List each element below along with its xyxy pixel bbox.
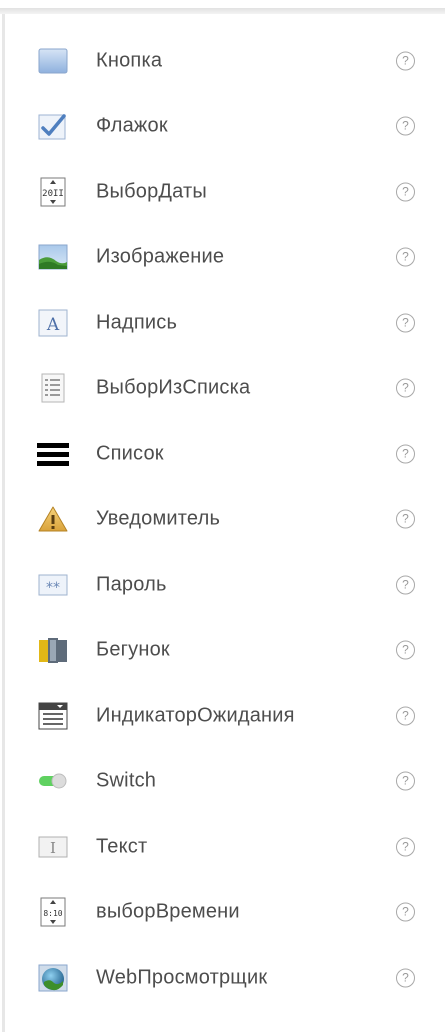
time-picker-icon: 8:10 <box>36 895 70 929</box>
palette-item-time-picker[interactable]: 8:10 выборВремени ? <box>0 880 445 946</box>
button-icon <box>36 44 70 78</box>
help-icon[interactable]: ? <box>396 706 415 726</box>
component-list: Кнопка ? Флажок ? 20II ВыборДаты ? Изобр… <box>0 28 445 1011</box>
palette-item-label: Надпись <box>96 311 178 334</box>
palette-item-web-viewer[interactable]: WebПросмотрщик ? <box>0 945 445 1011</box>
palette-item-label: Бегунок <box>96 638 170 661</box>
help-icon[interactable]: ? <box>396 182 415 202</box>
palette-item-list-picker[interactable]: ВыборИзСписка ? <box>0 356 445 422</box>
palette-item-label: ИндикаторОжидания <box>96 704 295 727</box>
help-icon[interactable]: ? <box>396 640 415 660</box>
switch-icon <box>36 764 70 798</box>
palette-item-label: Switch <box>96 769 157 792</box>
web-viewer-icon <box>36 961 70 995</box>
palette-item-label: Изображение <box>96 245 225 268</box>
time-picker-icon-text: 8:10 <box>43 909 62 918</box>
help-icon[interactable]: ? <box>396 968 415 988</box>
panel-top-border <box>0 8 445 14</box>
help-icon[interactable]: ? <box>396 444 415 464</box>
palette-item-label: Список <box>96 442 164 465</box>
textbox-icon-text: I <box>50 839 56 857</box>
palette-item-text[interactable]: I Текст ? <box>0 814 445 880</box>
palette-item-password[interactable]: ** Пароль ? <box>0 552 445 618</box>
date-picker-icon: 20II <box>36 175 70 209</box>
palette-item-date-picker[interactable]: 20II ВыборДаты ? <box>0 159 445 225</box>
password-icon: ** <box>36 568 70 602</box>
help-icon[interactable]: ? <box>396 509 415 529</box>
palette-item-label: ВыборДаты <box>96 180 207 203</box>
palette-item-checkbox[interactable]: Флажок ? <box>0 94 445 160</box>
spinner-icon <box>36 699 70 733</box>
help-icon[interactable]: ? <box>396 247 415 267</box>
help-icon[interactable]: ? <box>396 51 415 71</box>
palette-item-label: Пароль <box>96 573 167 596</box>
palette-item-slider[interactable]: Бегунок ? <box>0 618 445 684</box>
component-palette: Кнопка ? Флажок ? 20II ВыборДаты ? Изобр… <box>0 0 445 1032</box>
palette-item-notifier[interactable]: Уведомитель ? <box>0 487 445 553</box>
palette-item-list-view[interactable]: Список ? <box>0 421 445 487</box>
notifier-icon <box>36 502 70 536</box>
label-icon-text: A <box>46 315 60 335</box>
help-icon[interactable]: ? <box>396 771 415 791</box>
palette-item-spinner[interactable]: ИндикаторОжидания ? <box>0 683 445 749</box>
help-icon[interactable]: ? <box>396 837 415 857</box>
palette-item-label: Уведомитель <box>96 507 221 530</box>
list-picker-icon <box>36 371 70 405</box>
palette-item-label: Текст <box>96 835 148 858</box>
palette-item-label-control[interactable]: A Надпись ? <box>0 290 445 356</box>
palette-item-label: Флажок <box>96 114 168 137</box>
list-view-icon <box>36 437 70 471</box>
palette-item-label: выборВремени <box>96 900 240 923</box>
help-icon[interactable]: ? <box>396 313 415 333</box>
checkbox-icon <box>36 109 70 143</box>
palette-item-label: Кнопка <box>96 49 163 72</box>
help-icon[interactable]: ? <box>396 378 415 398</box>
palette-item-label: WebПросмотрщик <box>96 966 268 989</box>
palette-item-label: ВыборИзСписка <box>96 376 251 399</box>
palette-item-switch[interactable]: Switch ? <box>0 749 445 815</box>
image-icon <box>36 240 70 274</box>
textbox-icon: I <box>36 830 70 864</box>
label-icon: A <box>36 306 70 340</box>
palette-item-image[interactable]: Изображение ? <box>0 225 445 291</box>
slider-icon <box>36 633 70 667</box>
help-icon[interactable]: ? <box>396 902 415 922</box>
palette-item-button[interactable]: Кнопка ? <box>0 28 445 94</box>
help-icon[interactable]: ? <box>396 575 415 595</box>
date-picker-icon-text: 20II <box>42 189 64 199</box>
help-icon[interactable]: ? <box>396 116 415 136</box>
password-icon-text: ** <box>46 580 60 596</box>
